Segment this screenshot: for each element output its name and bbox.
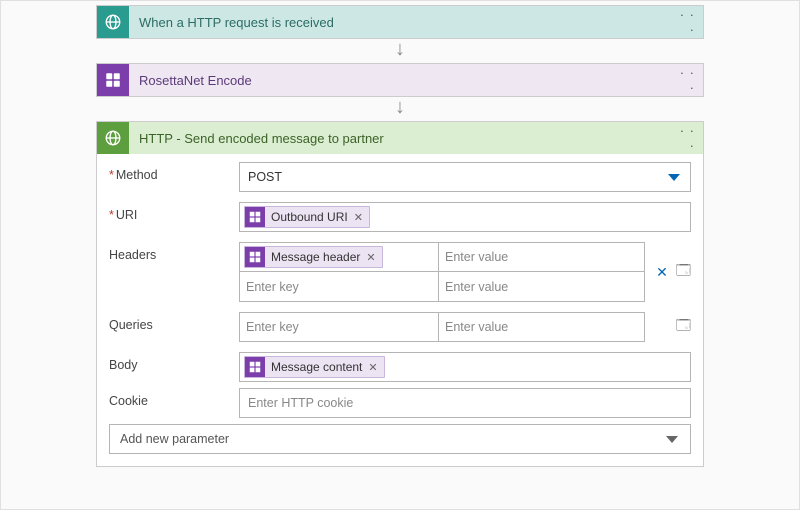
- globe-icon: [97, 122, 129, 154]
- token-label: Message header: [271, 250, 360, 264]
- switch-mode-button[interactable]: 🗔: [676, 260, 691, 284]
- label-queries: Queries: [109, 312, 239, 332]
- token-remove-button[interactable]: ✕: [366, 251, 375, 264]
- token-remove-button[interactable]: ✕: [368, 361, 377, 374]
- method-select[interactable]: POST: [239, 162, 691, 192]
- row-body: Body Message content ✕: [109, 352, 691, 382]
- table-row: Enter key Enter value: [239, 272, 645, 302]
- encode-icon: [245, 247, 265, 267]
- chevron-down-icon: [666, 436, 678, 443]
- switch-mode-button[interactable]: 🗔: [676, 315, 691, 339]
- card-header: RosettaNet Encode · · ·: [97, 64, 703, 96]
- flow-arrow-icon: ↓: [1, 39, 799, 63]
- token-message-content[interactable]: Message content ✕: [244, 356, 385, 378]
- card-body: *Method POST *URI Outbound URI ✕: [97, 154, 703, 466]
- chevron-down-icon: [668, 174, 680, 181]
- token-outbound-uri[interactable]: Outbound URI ✕: [244, 206, 370, 228]
- label-uri: *URI: [109, 202, 239, 222]
- uri-input[interactable]: Outbound URI ✕: [239, 202, 691, 232]
- table-row: Enter key Enter value: [239, 312, 645, 342]
- headers-table: Message header ✕ Enter value Enter key E…: [239, 242, 645, 302]
- label-cookie: Cookie: [109, 388, 239, 408]
- more-menu-button[interactable]: · · ·: [671, 7, 695, 37]
- header-value-input[interactable]: Enter value: [439, 272, 645, 302]
- token-label: Message content: [271, 360, 362, 374]
- step-rosettanet-encode[interactable]: RosettaNet Encode · · ·: [96, 63, 704, 97]
- label-method: *Method: [109, 162, 239, 182]
- delete-row-button[interactable]: ✕: [656, 264, 668, 281]
- header-key-input[interactable]: Message header ✕: [239, 242, 439, 272]
- encode-icon: [97, 64, 129, 96]
- row-method: *Method POST: [109, 162, 691, 192]
- header-key-input[interactable]: Enter key: [239, 272, 439, 302]
- header-value-input[interactable]: Enter value: [439, 242, 645, 272]
- label-body: Body: [109, 352, 239, 372]
- row-queries: Queries Enter key Enter value 🗔: [109, 312, 691, 342]
- method-value: POST: [248, 170, 282, 184]
- more-menu-button[interactable]: · · ·: [671, 65, 695, 95]
- label-headers: Headers: [109, 242, 239, 262]
- row-cookie: Cookie Enter HTTP cookie: [109, 388, 691, 418]
- more-menu-button[interactable]: · · ·: [671, 123, 695, 153]
- step-http-send: HTTP - Send encoded message to partner ·…: [96, 121, 704, 467]
- add-parameter-select[interactable]: Add new parameter: [109, 424, 691, 454]
- card-header[interactable]: HTTP - Send encoded message to partner ·…: [97, 122, 703, 154]
- row-actions: ✕ 🗔: [645, 260, 691, 284]
- card-title: RosettaNet Encode: [129, 73, 671, 88]
- flow-arrow-icon: ↓: [1, 97, 799, 121]
- table-row: Message header ✕ Enter value: [239, 242, 645, 272]
- globe-icon: [97, 6, 129, 38]
- token-message-header[interactable]: Message header ✕: [244, 246, 383, 268]
- add-parameter-label: Add new parameter: [120, 432, 229, 446]
- query-value-input[interactable]: Enter value: [439, 312, 645, 342]
- query-key-input[interactable]: Enter key: [239, 312, 439, 342]
- card-title: When a HTTP request is received: [129, 15, 671, 30]
- cookie-input[interactable]: Enter HTTP cookie: [239, 388, 691, 418]
- queries-table: Enter key Enter value: [239, 312, 645, 342]
- row-uri: *URI Outbound URI ✕: [109, 202, 691, 232]
- token-label: Outbound URI: [271, 210, 348, 224]
- card-title: HTTP - Send encoded message to partner: [129, 131, 671, 146]
- encode-icon: [245, 357, 265, 377]
- encode-icon: [245, 207, 265, 227]
- step-http-trigger[interactable]: When a HTTP request is received · · ·: [96, 5, 704, 39]
- token-remove-button[interactable]: ✕: [354, 211, 363, 224]
- row-headers: Headers Message header ✕: [109, 242, 691, 302]
- card-header: When a HTTP request is received · · ·: [97, 6, 703, 38]
- row-actions: 🗔: [645, 315, 691, 339]
- body-input[interactable]: Message content ✕: [239, 352, 691, 382]
